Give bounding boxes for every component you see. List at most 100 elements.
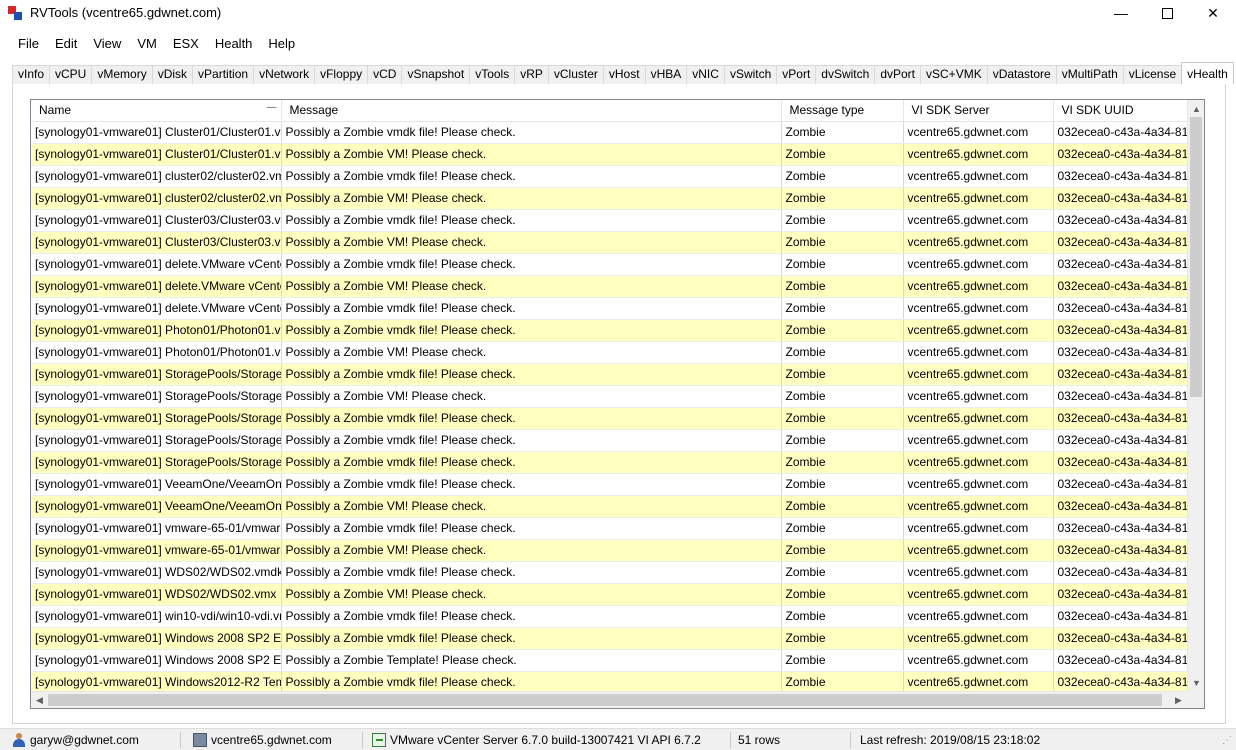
cell-name[interactable]: [synology01-vmware01] Photon01/Photon01.… [31, 319, 282, 342]
table-row[interactable]: [synology01-vmware01] cluster02/cluster0… [31, 187, 1188, 210]
cell-message-type[interactable]: Zombie [781, 319, 904, 342]
cell-message[interactable]: Possibly a Zombie vmdk file! Please chec… [281, 297, 782, 320]
cell-vi-sdk-uuid[interactable]: 032ecea0-c43a-4a34-8102 [1053, 495, 1188, 518]
cell-message-type[interactable]: Zombie [781, 539, 904, 562]
cell-message[interactable]: Possibly a Zombie VM! Please check. [281, 539, 782, 562]
cell-name[interactable]: [synology01-vmware01] cluster02/cluster0… [31, 165, 282, 188]
cell-vi-sdk-server[interactable]: vcentre65.gdwnet.com [903, 627, 1054, 650]
cell-name[interactable]: [synology01-vmware01] vmware-65-01/vmwar… [31, 539, 282, 562]
tab-vhealth[interactable]: vHealth [1181, 62, 1234, 84]
cell-message-type[interactable]: Zombie [781, 627, 904, 650]
column-header-message[interactable]: Message [281, 100, 782, 122]
cell-message-type[interactable]: Zombie [781, 407, 904, 430]
cell-message[interactable]: Possibly a Zombie vmdk file! Please chec… [281, 605, 782, 628]
cell-message[interactable]: Possibly a Zombie vmdk file! Please chec… [281, 121, 782, 144]
cell-vi-sdk-uuid[interactable]: 032ecea0-c43a-4a34-8102 [1053, 187, 1188, 210]
table-row[interactable]: [synology01-vmware01] Windows 2008 SP2 E… [31, 649, 1188, 672]
cell-message[interactable]: Possibly a Zombie vmdk file! Please chec… [281, 363, 782, 386]
cell-message-type[interactable]: Zombie [781, 583, 904, 606]
cell-vi-sdk-uuid[interactable]: 032ecea0-c43a-4a34-8102 [1053, 209, 1188, 232]
cell-vi-sdk-server[interactable]: vcentre65.gdwnet.com [903, 363, 1054, 386]
cell-vi-sdk-server[interactable]: vcentre65.gdwnet.com [903, 319, 1054, 342]
table-row[interactable]: [synology01-vmware01] vmware-65-01/vmwar… [31, 539, 1188, 562]
tab-vpartition[interactable]: vPartition [192, 65, 255, 84]
cell-message[interactable]: Possibly a Zombie VM! Please check. [281, 495, 782, 518]
cell-message[interactable]: Possibly a Zombie VM! Please check. [281, 341, 782, 364]
table-row[interactable]: [synology01-vmware01] Photon01/Photon01.… [31, 319, 1188, 342]
cell-name[interactable]: [synology01-vmware01] cluster02/cluster0… [31, 187, 282, 210]
cell-vi-sdk-server[interactable]: vcentre65.gdwnet.com [903, 297, 1054, 320]
resize-grip-icon[interactable]: ⋰ [1222, 735, 1232, 746]
column-header-name[interactable]: Name — [31, 100, 282, 122]
cell-message[interactable]: Possibly a Zombie vmdk file! Please chec… [281, 429, 782, 452]
table-row[interactable]: [synology01-vmware01] Cluster01/Cluster0… [31, 121, 1188, 144]
cell-message-type[interactable]: Zombie [781, 363, 904, 386]
tab-vsnapshot[interactable]: vSnapshot [401, 65, 471, 84]
cell-vi-sdk-uuid[interactable]: 032ecea0-c43a-4a34-8102 [1053, 473, 1188, 496]
cell-message-type[interactable]: Zombie [781, 495, 904, 518]
cell-vi-sdk-server[interactable]: vcentre65.gdwnet.com [903, 407, 1054, 430]
cell-vi-sdk-uuid[interactable]: 032ecea0-c43a-4a34-8102 [1053, 143, 1188, 166]
cell-vi-sdk-server[interactable]: vcentre65.gdwnet.com [903, 495, 1054, 518]
cell-vi-sdk-server[interactable]: vcentre65.gdwnet.com [903, 209, 1054, 232]
tab-vhost[interactable]: vHost [602, 65, 646, 84]
cell-message-type[interactable]: Zombie [781, 671, 904, 694]
cell-message[interactable]: Possibly a Zombie vmdk file! Please chec… [281, 165, 782, 188]
cell-vi-sdk-server[interactable]: vcentre65.gdwnet.com [903, 253, 1054, 276]
cell-vi-sdk-uuid[interactable]: 032ecea0-c43a-4a34-8102 [1053, 649, 1188, 672]
cell-vi-sdk-uuid[interactable]: 032ecea0-c43a-4a34-8102 [1053, 121, 1188, 144]
tab-vcpu[interactable]: vCPU [49, 65, 93, 84]
cell-name[interactable]: [synology01-vmware01] delete.VMware vCen… [31, 275, 282, 298]
cell-name[interactable]: [synology01-vmware01] StoragePools/Stora… [31, 451, 282, 474]
tab-vhba[interactable]: vHBA [644, 65, 688, 84]
tab-vmemory[interactable]: vMemory [91, 65, 153, 84]
cell-vi-sdk-uuid[interactable]: 032ecea0-c43a-4a34-8102 [1053, 517, 1188, 540]
cell-message[interactable]: Possibly a Zombie VM! Please check. [281, 231, 782, 254]
cell-vi-sdk-uuid[interactable]: 032ecea0-c43a-4a34-8102 [1053, 583, 1188, 606]
tab-vmultipath[interactable]: vMultiPath [1055, 65, 1124, 84]
menu-vm[interactable]: VM [129, 33, 165, 55]
cell-vi-sdk-server[interactable]: vcentre65.gdwnet.com [903, 231, 1054, 254]
scroll-down-icon[interactable]: ▼ [1188, 674, 1204, 691]
cell-name[interactable]: [synology01-vmware01] VeeamOne/VeeamOne.… [31, 473, 282, 496]
cell-vi-sdk-uuid[interactable]: 032ecea0-c43a-4a34-8102 [1053, 605, 1188, 628]
tab-vfloppy[interactable]: vFloppy [314, 65, 369, 84]
tab-vsc-vmk[interactable]: vSC+VMK [920, 65, 988, 84]
cell-message[interactable]: Possibly a Zombie VM! Please check. [281, 143, 782, 166]
vertical-scrollbar[interactable]: ▲ ▼ [1187, 100, 1204, 691]
table-row[interactable]: [synology01-vmware01] StoragePools/Stora… [31, 429, 1188, 452]
cell-message[interactable]: Possibly a Zombie vmdk file! Please chec… [281, 451, 782, 474]
cell-message-type[interactable]: Zombie [781, 231, 904, 254]
tab-vcluster[interactable]: vCluster [547, 65, 604, 84]
table-row[interactable]: [synology01-vmware01] StoragePools/Stora… [31, 363, 1188, 386]
table-row[interactable]: [synology01-vmware01] win10-vdi/win10-vd… [31, 605, 1188, 628]
cell-vi-sdk-server[interactable]: vcentre65.gdwnet.com [903, 583, 1054, 606]
cell-message[interactable]: Possibly a Zombie vmdk file! Please chec… [281, 671, 782, 694]
cell-vi-sdk-uuid[interactable]: 032ecea0-c43a-4a34-8102 [1053, 165, 1188, 188]
cell-name[interactable]: [synology01-vmware01] Cluster01/Cluster0… [31, 143, 282, 166]
tab-vrp[interactable]: vRP [514, 65, 549, 84]
table-row[interactable]: [synology01-vmware01] delete.VMware vCen… [31, 297, 1188, 320]
cell-vi-sdk-server[interactable]: vcentre65.gdwnet.com [903, 605, 1054, 628]
cell-vi-sdk-uuid[interactable]: 032ecea0-c43a-4a34-8102 [1053, 539, 1188, 562]
cell-vi-sdk-uuid[interactable]: 032ecea0-c43a-4a34-8102 [1053, 231, 1188, 254]
cell-vi-sdk-uuid[interactable]: 032ecea0-c43a-4a34-8102 [1053, 627, 1188, 650]
tab-vcd[interactable]: vCD [367, 65, 403, 84]
table-row[interactable]: [synology01-vmware01] vmware-65-01/vmwar… [31, 517, 1188, 540]
cell-message[interactable]: Possibly a Zombie VM! Please check. [281, 583, 782, 606]
cell-name[interactable]: [synology01-vmware01] delete.VMware vCen… [31, 297, 282, 320]
vertical-scroll-thumb[interactable] [1190, 117, 1202, 397]
cell-vi-sdk-uuid[interactable]: 032ecea0-c43a-4a34-8102 [1053, 363, 1188, 386]
menu-esx[interactable]: ESX [165, 33, 207, 55]
tab-dvswitch[interactable]: dvSwitch [815, 65, 876, 84]
table-row[interactable]: [synology01-vmware01] Cluster03/Cluster0… [31, 231, 1188, 254]
cell-name[interactable]: [synology01-vmware01] win10-vdi/win10-vd… [31, 605, 282, 628]
table-row[interactable]: [synology01-vmware01] VeeamOne/VeeamOne.… [31, 495, 1188, 518]
cell-message[interactable]: Possibly a Zombie vmdk file! Please chec… [281, 319, 782, 342]
cell-name[interactable]: [synology01-vmware01] WDS02/WDS02.vmdk [31, 561, 282, 584]
cell-name[interactable]: [synology01-vmware01] StoragePools/Stora… [31, 429, 282, 452]
cell-vi-sdk-server[interactable]: vcentre65.gdwnet.com [903, 451, 1054, 474]
cell-name[interactable]: [synology01-vmware01] Cluster03/Cluster0… [31, 231, 282, 254]
cell-vi-sdk-uuid[interactable]: 032ecea0-c43a-4a34-8102 [1053, 429, 1188, 452]
cell-message-type[interactable]: Zombie [781, 297, 904, 320]
